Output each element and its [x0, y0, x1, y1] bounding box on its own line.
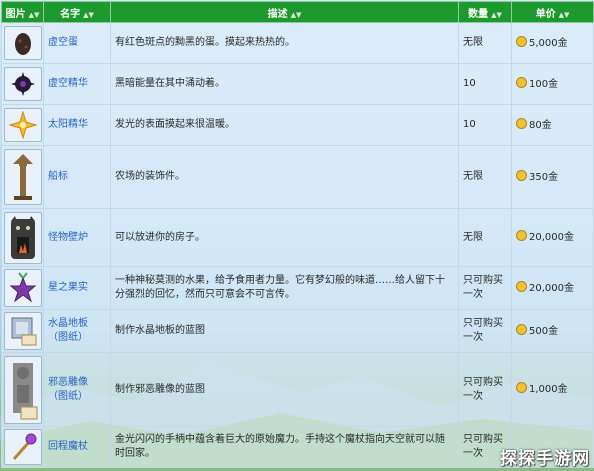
item-name[interactable]: 船标 — [43, 145, 111, 209]
item-qty: 只可购买一次 — [458, 266, 512, 310]
item-desc: 金光闪闪的手柄中蕴含着巨大的原始魔力。手持这个魔杖指向天空就可以随时回家。 — [110, 426, 459, 468]
item-price: 100金 — [529, 78, 559, 90]
sort-icon: ▲▼ — [83, 10, 94, 19]
item-qty: 只可购买一次 — [458, 352, 512, 427]
item-price: 350金 — [529, 171, 559, 183]
item-name[interactable]: 怪物壁炉 — [43, 208, 111, 267]
item-name[interactable]: 星之果实 — [43, 266, 111, 310]
item-qty: 10 — [458, 104, 512, 146]
item-desc: 制作水晶地板的蓝图 — [110, 309, 459, 353]
item-qty: 10 — [458, 63, 512, 105]
item-desc: 一种神秘莫测的水果，给予食用者力量。它有梦幻般的味道……给人留下十分强烈的回忆，… — [110, 266, 459, 310]
sort-icon: ▲▼ — [290, 10, 302, 19]
coin-icon — [516, 382, 527, 393]
item-price: 5,000金 — [529, 37, 568, 49]
table-row: 船标 农场的装饰件。 无限 350金 — [1, 145, 594, 209]
item-desc: 可以放进你的房子。 — [110, 208, 459, 267]
item-name[interactable]: 虚空精华 — [43, 63, 111, 105]
item-price: 20,000金 — [529, 232, 574, 243]
coin-icon — [516, 35, 527, 47]
item-name[interactable]: 虚空蛋 — [43, 22, 111, 64]
item-price: 1,000金 — [529, 384, 568, 395]
solar-essence-icon — [4, 108, 42, 142]
item-name[interactable]: 回程魔杖 — [43, 426, 111, 468]
watermark: 探探手游网 — [500, 449, 590, 469]
item-desc: 发光的表面摸起来很温暖。 — [110, 104, 459, 146]
item-desc: 黑暗能量在其中涌动着。 — [110, 63, 459, 105]
col-header-qty[interactable]: 数量 ▲▼ — [458, 1, 512, 23]
coin-icon — [516, 323, 527, 335]
col-header-price[interactable]: 单价 ▲▼ — [511, 1, 594, 23]
item-desc: 农场的装饰件。 — [110, 145, 459, 209]
item-name[interactable]: 太阳精华 — [43, 104, 111, 146]
item-qty: 无限 — [458, 208, 512, 267]
table-row: 虚空精华 黑暗能量在其中涌动着。 10 100金 — [1, 63, 594, 105]
item-price: 80金 — [529, 119, 552, 131]
item-desc: 有红色斑点的黝黑的蛋。摸起来热热的。 — [110, 22, 459, 64]
item-price: 20,000金 — [529, 282, 574, 294]
table-row: 邪恶雕像（图纸） 制作邪恶雕像的蓝图 只可购买一次 1,000金 — [1, 352, 594, 427]
table-row: 虚空蛋 有红色斑点的黝黑的蛋。摸起来热热的。 无限 5,000金 — [1, 22, 594, 64]
table-row: 星之果实 一种神秘莫测的水果，给予食用者力量。它有梦幻般的味道……给人留下十分强… — [1, 266, 594, 310]
table-row: 水晶地板（图纸） 制作水晶地板的蓝图 只可购买一次 500金 — [1, 309, 594, 353]
col-header-name[interactable]: 名字 ▲▼ — [43, 1, 111, 23]
item-qty: 无限 — [458, 22, 512, 64]
monster-fireplace-icon — [4, 211, 42, 264]
item-qty: 无限 — [458, 145, 512, 209]
coin-icon — [516, 169, 527, 181]
item-qty: 只可购买一次 — [458, 309, 512, 353]
sort-icon: ▲▼ — [28, 10, 40, 19]
sort-icon: ▲▼ — [491, 10, 502, 19]
coin-icon — [516, 230, 527, 241]
shop-page: 图片 ▲▼ 名字 ▲▼ 描述 ▲▼ 数量 ▲▼ 单价 ▲▼ 虚空蛋 有红色斑点的黝黑的蛋。… — [0, 0, 594, 471]
crystal-floor-recipe-icon — [4, 312, 42, 350]
coin-icon — [516, 117, 527, 129]
wicked-statue-recipe-icon — [4, 355, 42, 424]
stardrop-icon — [4, 269, 42, 307]
void-essence-icon — [4, 67, 42, 101]
table-row: 怪物壁炉 可以放进你的房子。 无限 20,000金 — [1, 208, 594, 267]
item-name[interactable]: 水晶地板（图纸） — [43, 309, 111, 353]
table-header-row: 图片 ▲▼ 名字 ▲▼ 描述 ▲▼ 数量 ▲▼ 单价 ▲▼ — [1, 1, 594, 23]
sort-icon: ▲▼ — [558, 10, 570, 19]
item-desc: 制作邪恶雕像的蓝图 — [110, 352, 459, 427]
shop-table: 图片 ▲▼ 名字 ▲▼ 描述 ▲▼ 数量 ▲▼ 单价 ▲▼ 虚空蛋 有红色斑点的黝黑的蛋。… — [1, 1, 594, 468]
coin-icon — [516, 280, 527, 292]
coin-icon — [516, 76, 527, 88]
item-name[interactable]: 邪恶雕像（图纸） — [43, 352, 111, 427]
item-price: 500金 — [529, 325, 559, 337]
signpost-icon — [4, 149, 42, 205]
col-header-image[interactable]: 图片 ▲▼ — [1, 1, 44, 23]
void-egg-icon — [4, 26, 42, 60]
table-row: 太阳精华 发光的表面摸起来很温暖。 10 80金 — [1, 104, 594, 146]
return-scepter-icon — [4, 429, 42, 465]
col-header-desc[interactable]: 描述 ▲▼ — [110, 1, 459, 23]
